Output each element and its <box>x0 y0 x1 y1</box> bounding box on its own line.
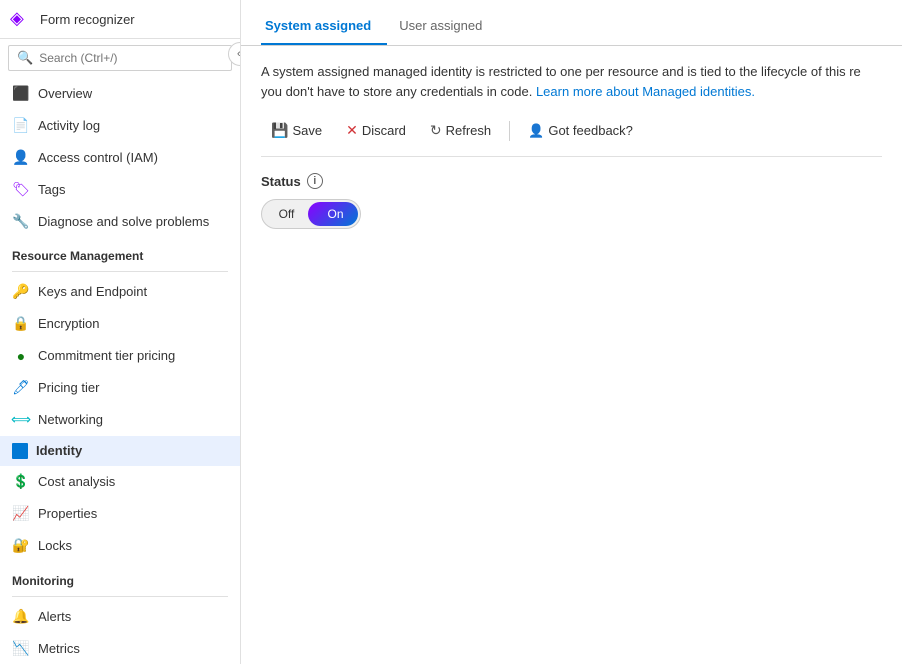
refresh-icon: ↻ <box>430 122 442 139</box>
sidebar-item-label: Overview <box>38 86 92 101</box>
sidebar-item-overview[interactable]: ⬛ Overview <box>0 77 240 109</box>
discard-label: Discard <box>362 123 406 138</box>
sidebar-item-keys-endpoint[interactable]: 🔑 Keys and Endpoint <box>0 276 240 308</box>
sidebar-item-cost-analysis[interactable]: 💲 Cost analysis <box>0 466 240 498</box>
sidebar-item-label: Access control (IAM) <box>38 150 158 165</box>
save-label: Save <box>292 123 322 138</box>
sidebar-item-properties[interactable]: 📈 Properties <box>0 498 240 530</box>
sidebar-item-activity-log[interactable]: 📄 Activity log <box>0 109 240 141</box>
commitment-tier-icon: ● <box>12 347 30 365</box>
search-box[interactable]: 🔍 <box>8 45 232 71</box>
encryption-icon: 🔒 <box>12 315 30 333</box>
keys-icon: 🔑 <box>12 283 30 301</box>
sidebar-item-label: Activity log <box>38 118 100 133</box>
cost-analysis-icon: 💲 <box>12 473 30 491</box>
sidebar-item-metrics[interactable]: 📉 Metrics <box>0 632 240 664</box>
search-icon: 🔍 <box>17 50 33 66</box>
sidebar-item-label: Alerts <box>38 609 71 624</box>
sidebar-item-commitment-tier[interactable]: ● Commitment tier pricing <box>0 340 240 372</box>
tab-system-assigned[interactable]: System assigned <box>261 10 387 45</box>
app-title: Form recognizer <box>40 12 135 27</box>
feedback-label: Got feedback? <box>548 123 633 138</box>
feedback-icon: 👤 <box>528 123 544 139</box>
discard-button[interactable]: ✕ Discard <box>336 117 416 144</box>
feedback-button[interactable]: 👤 Got feedback? <box>518 118 643 144</box>
sidebar-item-locks[interactable]: 🔐 Locks <box>0 530 240 562</box>
sidebar-item-label: Cost analysis <box>38 474 115 489</box>
toggle-on-option[interactable]: On <box>311 199 360 229</box>
sidebar: ◈ Form recognizer 🔍 « ⬛ Overview 📄 Activ… <box>0 0 241 664</box>
overview-icon: ⬛ <box>12 84 30 102</box>
sidebar-item-access-control[interactable]: 👤 Access control (IAM) <box>0 141 240 173</box>
diagnose-icon: 🔧 <box>12 212 30 230</box>
activity-log-icon: 📄 <box>12 116 30 134</box>
resource-management-nav: 🔑 Keys and Endpoint 🔒 Encryption ● Commi… <box>0 276 240 562</box>
resource-management-section-label: Resource Management <box>0 237 240 267</box>
sidebar-item-encryption[interactable]: 🔒 Encryption <box>0 308 240 340</box>
tab-user-assigned[interactable]: User assigned <box>395 10 498 45</box>
sidebar-item-label: Properties <box>38 506 97 521</box>
pricing-tier-icon: 🖊 <box>12 379 30 397</box>
toolbar-divider <box>509 121 510 141</box>
networking-icon: ⟺ <box>12 411 30 429</box>
identity-icon <box>12 443 28 459</box>
access-control-icon: 👤 <box>12 148 30 166</box>
sidebar-item-networking[interactable]: ⟺ Networking <box>0 404 240 436</box>
alerts-icon: 🔔 <box>12 607 30 625</box>
app-icon: ◈ <box>10 8 32 30</box>
refresh-button[interactable]: ↻ Refresh <box>420 117 501 144</box>
properties-icon: 📈 <box>12 505 30 523</box>
description-text: A system assigned managed identity is re… <box>261 62 881 101</box>
learn-more-link[interactable]: Learn more about Managed identities. <box>536 84 755 99</box>
save-button[interactable]: 💾 Save <box>261 117 332 144</box>
locks-icon: 🔐 <box>12 537 30 555</box>
save-icon: 💾 <box>271 122 288 139</box>
sidebar-item-label: Identity <box>36 443 82 458</box>
sidebar-item-label: Networking <box>38 412 103 427</box>
monitoring-section-label: Monitoring <box>0 562 240 592</box>
resource-management-divider <box>12 271 228 272</box>
status-toggle[interactable]: Off On <box>261 199 361 229</box>
tags-icon: 🏷 <box>12 180 30 198</box>
status-section: Status i Off On <box>261 173 882 229</box>
sidebar-item-label: Keys and Endpoint <box>38 284 147 299</box>
main-content: System assigned User assigned A system a… <box>241 0 902 664</box>
sidebar-item-pricing-tier[interactable]: 🖊 Pricing tier <box>0 372 240 404</box>
metrics-icon: 📉 <box>12 639 30 657</box>
sidebar-item-label: Pricing tier <box>38 380 99 395</box>
monitoring-divider <box>12 596 228 597</box>
tabs-bar: System assigned User assigned <box>241 10 902 46</box>
refresh-label: Refresh <box>446 123 492 138</box>
sidebar-item-label: Diagnose and solve problems <box>38 214 209 229</box>
status-label: Status i <box>261 173 882 189</box>
sidebar-item-label: Tags <box>38 182 65 197</box>
top-nav: ⬛ Overview 📄 Activity log 👤 Access contr… <box>0 77 240 237</box>
sidebar-item-label: Encryption <box>38 316 99 331</box>
sidebar-item-label: Commitment tier pricing <box>38 348 175 363</box>
sidebar-item-identity[interactable]: Identity <box>0 436 240 466</box>
sidebar-header: ◈ Form recognizer <box>0 0 240 39</box>
sidebar-item-label: Metrics <box>38 641 80 656</box>
discard-icon: ✕ <box>346 122 358 139</box>
status-info-icon[interactable]: i <box>307 173 323 189</box>
search-input[interactable] <box>39 51 223 65</box>
sidebar-item-alerts[interactable]: 🔔 Alerts <box>0 600 240 632</box>
sidebar-item-diagnose[interactable]: 🔧 Diagnose and solve problems <box>0 205 240 237</box>
sidebar-item-tags[interactable]: 🏷 Tags <box>0 173 240 205</box>
monitoring-nav: 🔔 Alerts 📉 Metrics <box>0 600 240 664</box>
toggle-off-option[interactable]: Off <box>262 199 311 229</box>
sidebar-item-label: Locks <box>38 538 72 553</box>
toolbar: 💾 Save ✕ Discard ↻ Refresh 👤 Got feedbac… <box>261 117 882 157</box>
content-area: A system assigned managed identity is re… <box>241 46 902 664</box>
